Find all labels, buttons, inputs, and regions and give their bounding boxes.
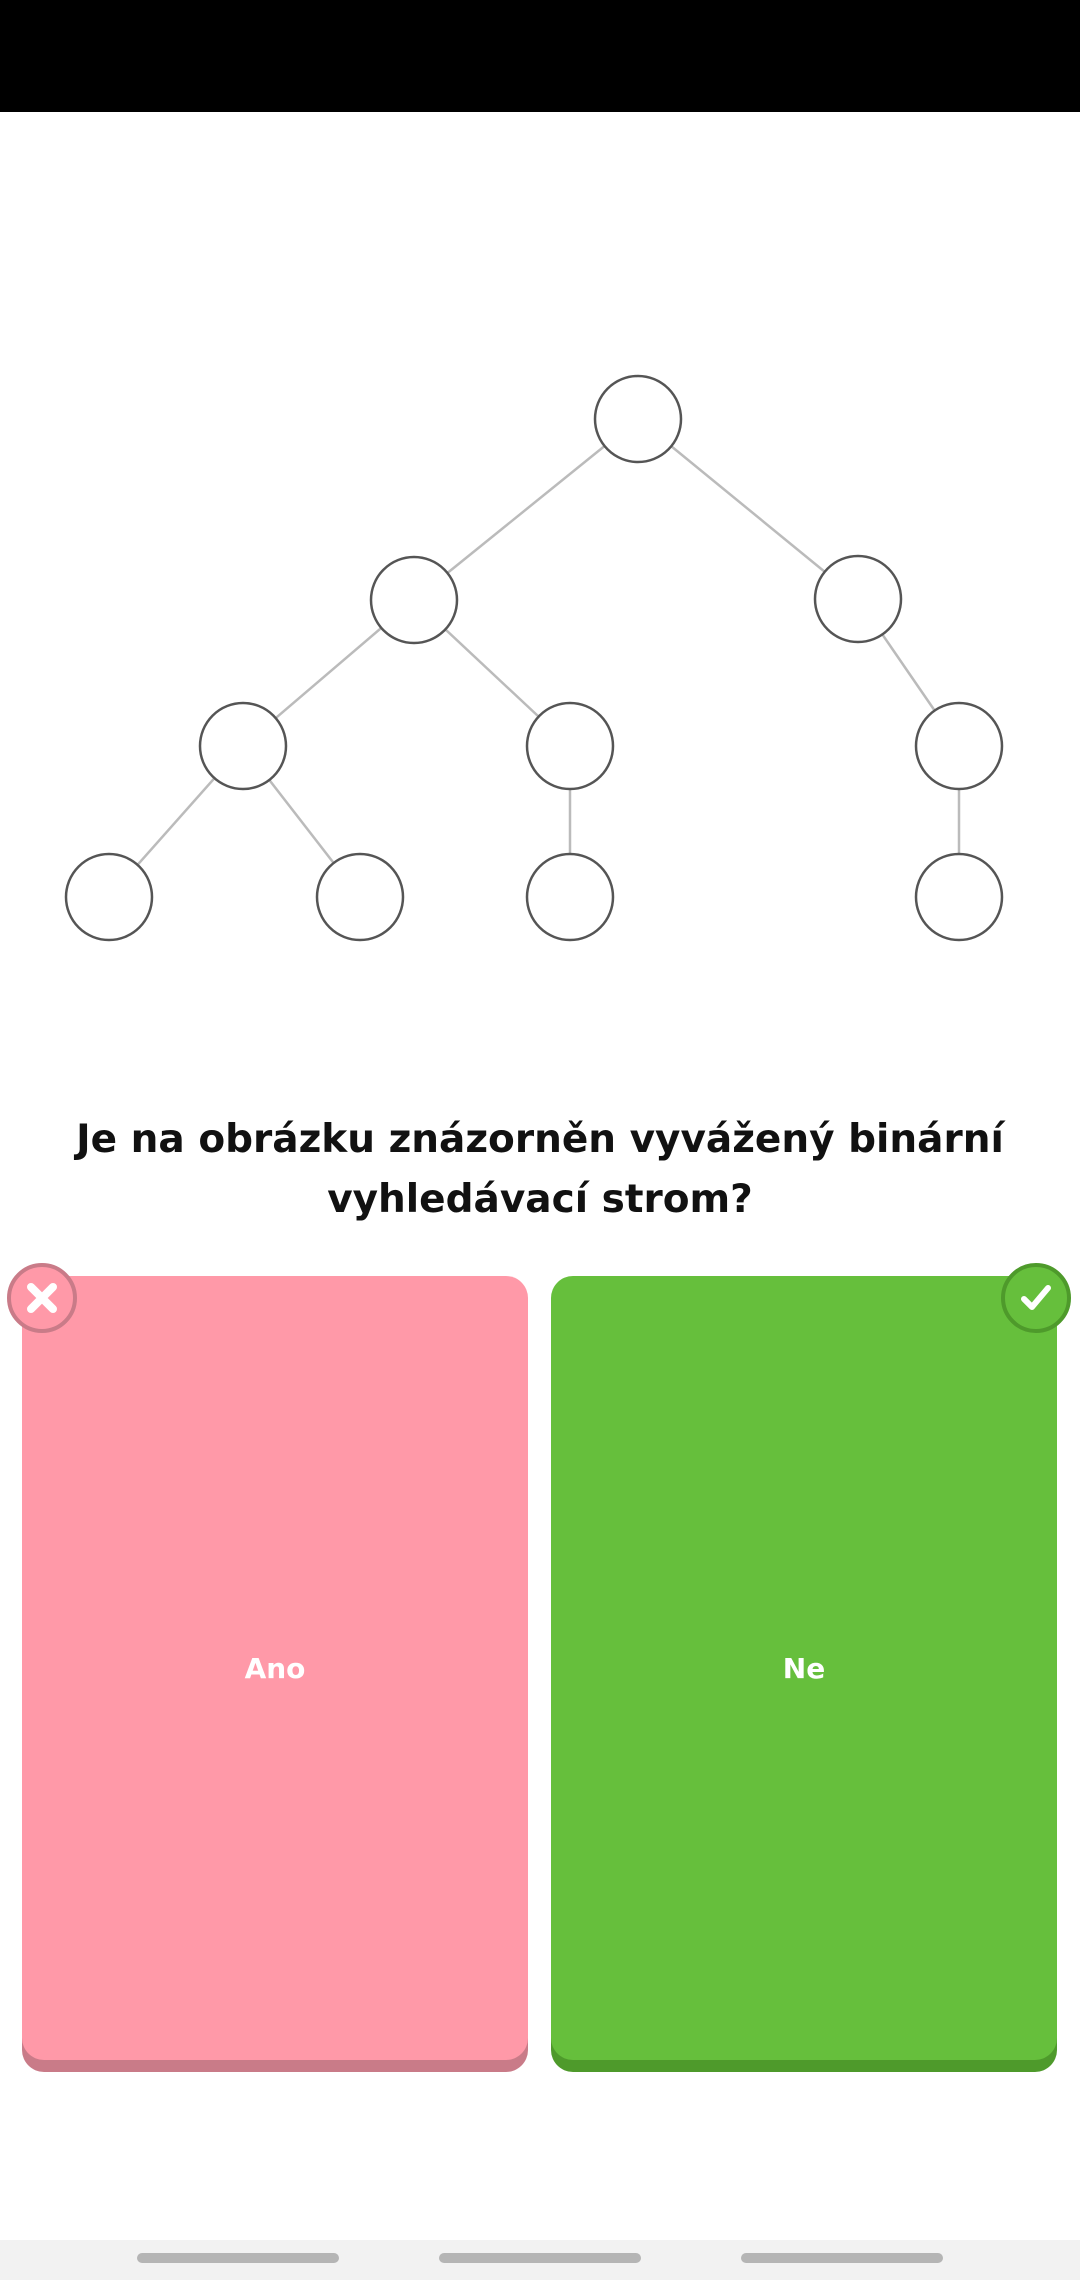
binary-tree-diagram: [64, 374, 1004, 942]
nav-handle[interactable]: [741, 2253, 943, 2263]
tree-node: [315, 852, 405, 942]
answer-label: Ne: [782, 1651, 826, 1685]
question-text: Je na obrázku znázorněn vyvážený binární…: [76, 1117, 1004, 1222]
x-icon: [7, 1263, 77, 1333]
tree-node: [813, 554, 903, 644]
tree-node: [525, 701, 615, 791]
tree-node: [593, 374, 683, 464]
nav-handle[interactable]: [137, 2253, 339, 2263]
tree-node: [198, 701, 288, 791]
tree-node: [525, 852, 615, 942]
tree-node: [914, 701, 1004, 791]
tree-node: [914, 852, 1004, 942]
navigation-bar: [0, 2240, 1080, 2280]
nav-handle[interactable]: [439, 2253, 641, 2263]
tree-node: [369, 555, 459, 645]
answer-label: Ano: [244, 1651, 306, 1685]
status-bar: [0, 0, 1080, 112]
answer-ano-button[interactable]: Ano: [22, 1276, 528, 2060]
tree-node: [64, 852, 154, 942]
check-icon: [1001, 1263, 1071, 1333]
answer-ne-button[interactable]: Ne: [551, 1276, 1057, 2060]
